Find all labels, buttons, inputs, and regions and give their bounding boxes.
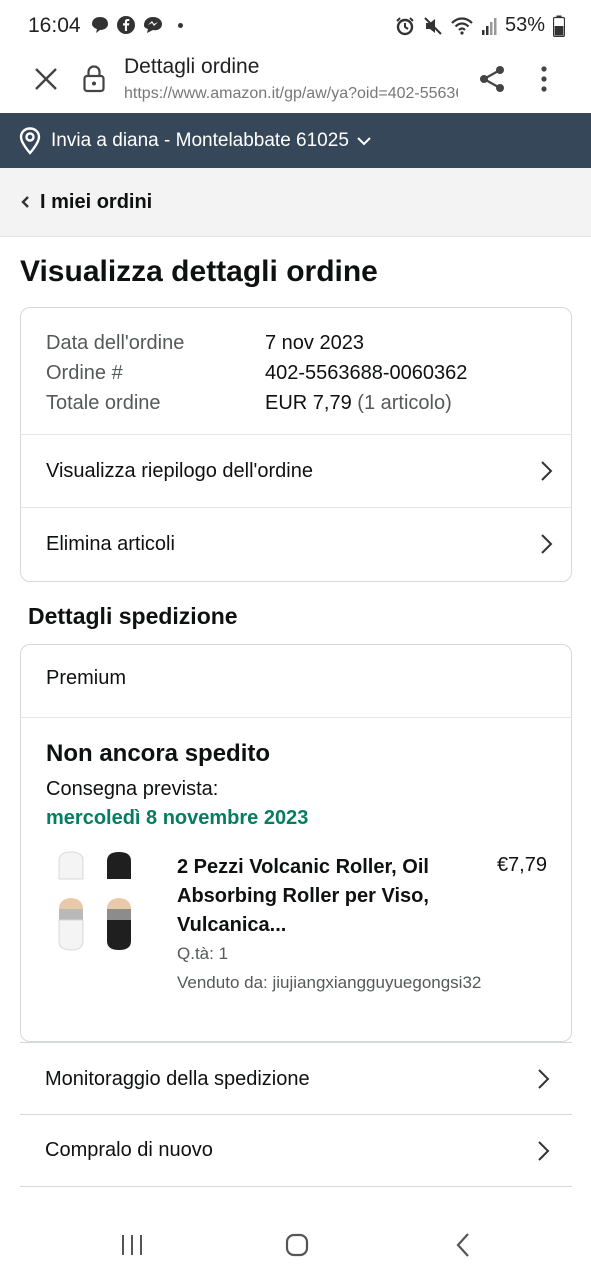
shipment-card: Premium Non ancora spedito Consegna prev… (20, 644, 572, 1042)
page-title: Visualizza dettagli ordine (20, 255, 378, 288)
shipping-service: Premium (46, 667, 127, 689)
chevron-left-icon (21, 196, 29, 208)
order-total-row: Totale ordine EUR 7,79 (1 articolo) (46, 388, 467, 418)
more-options-icon[interactable] (531, 64, 557, 96)
product-price: €7,79 (496, 854, 547, 876)
chevron-right-icon (538, 1141, 550, 1161)
wifi-icon (451, 16, 473, 35)
shipment-status: Non ancora spedito (46, 740, 271, 767)
messenger-icon (144, 17, 162, 33)
order-item-count: (1 articolo) (357, 392, 452, 414)
shipping-section-title: Dettagli spedizione (28, 603, 238, 629)
order-info: Data dell'ordine 7 nov 2023 Ordine # 402… (46, 328, 467, 418)
product-name-link[interactable]: 2 Pezzi Volcanic Roller, Oil Absorbing R… (177, 853, 437, 940)
alarm-icon (396, 16, 414, 35)
order-number-value: 402-5563688-0060362 (265, 362, 468, 384)
signal-icon (481, 17, 497, 35)
mute-icon (424, 16, 442, 35)
lock-icon[interactable] (82, 64, 106, 94)
close-icon[interactable] (30, 63, 62, 95)
view-order-summary-label: Visualizza riepilogo dell'ordine (46, 459, 313, 482)
back-to-orders-link[interactable]: I miei ordini (0, 168, 591, 237)
view-order-summary-row[interactable]: Visualizza riepilogo dell'ordine (21, 434, 571, 507)
delete-items-row[interactable]: Elimina articoli (21, 507, 571, 580)
status-time: 16:04 (28, 14, 81, 37)
track-shipment-label: Monitoraggio della spedizione (45, 1067, 310, 1090)
back-label: I miei ordini (40, 190, 153, 213)
share-icon[interactable] (476, 63, 508, 95)
system-navigation-bar (0, 1205, 591, 1280)
chevron-right-icon (541, 534, 553, 554)
status-bar: 16:04 53% (0, 0, 591, 52)
location-pin-icon (19, 126, 41, 155)
track-shipment-row[interactable]: Monitoraggio della spedizione (20, 1042, 572, 1115)
more-notifications-dot (178, 22, 183, 28)
order-summary-card: Data dell'ordine 7 nov 2023 Ordine # 402… (20, 307, 572, 582)
page-url[interactable]: https://www.amazon.it/gp/aw/ya?oid=402-5… (124, 85, 458, 103)
order-date-row: Data dell'ordine 7 nov 2023 (46, 328, 467, 358)
product-quantity: Q.tà: 1 (177, 944, 229, 963)
chevron-right-icon (541, 461, 553, 481)
status-right: 53% (395, 14, 565, 37)
home-icon[interactable] (285, 1233, 309, 1257)
delivery-location-bar[interactable]: Invia a diana - Montelabbate 61025 (0, 113, 591, 168)
order-date-value: 7 nov 2023 (265, 332, 364, 354)
battery-percent: 53% (504, 14, 545, 36)
facebook-icon (117, 16, 135, 34)
battery-icon (553, 15, 565, 37)
order-number-row: Ordine # 402-5563688-0060362 (46, 358, 467, 388)
delivery-estimate-label: Consegna prevista: (46, 778, 219, 800)
delete-items-label: Elimina articoli (46, 532, 175, 555)
browser-toolbar: Dettagli ordine https://www.amazon.it/gp… (0, 52, 591, 113)
buy-again-label: Compralo di nuovo (45, 1139, 213, 1161)
order-number-label: Ordine # (46, 362, 123, 384)
page-title-bar[interactable]: Dettagli ordine (124, 55, 259, 79)
recent-apps-icon[interactable] (120, 1233, 144, 1257)
delivery-estimate-date: mercoledì 8 novembre 2023 (46, 807, 309, 829)
chat-bubble-icon (92, 17, 108, 33)
chevron-right-icon (538, 1069, 550, 1089)
divider (21, 717, 571, 718)
order-total-label: Totale ordine (46, 392, 161, 414)
notification-icons (90, 15, 183, 35)
order-total-value: EUR 7,79 (265, 392, 352, 414)
product-image[interactable] (53, 851, 145, 955)
delivery-address-text: Invia a diana - Montelabbate 61025 (51, 129, 349, 151)
back-icon[interactable] (454, 1232, 472, 1258)
product-seller: Venduto da: jiujiangxiangguyuegongsi32 (177, 973, 482, 992)
buy-again-row[interactable]: Compralo di nuovo (20, 1114, 572, 1187)
chevron-down-icon (357, 136, 371, 145)
order-date-label: Data dell'ordine (46, 332, 185, 354)
